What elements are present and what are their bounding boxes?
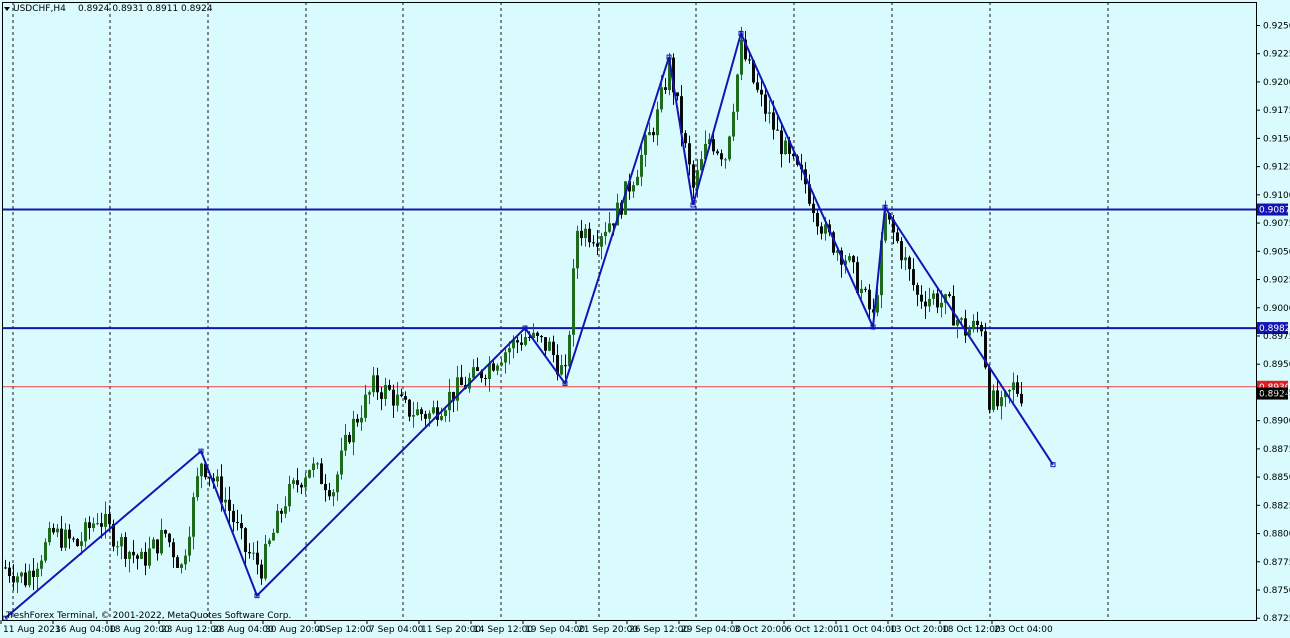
copyright-text: TreshForex Terminal, © 2001-2022, MetaQu… — [5, 611, 291, 621]
price-tick-label: 0.8775 — [1263, 558, 1290, 568]
price-tick-label: 0.8975 — [1263, 332, 1290, 342]
candle — [76, 537, 79, 547]
chart-canvas[interactable]: 0.90870.89820.89300.8924 0.92500.92250.9… — [0, 0, 1290, 638]
price-tick-label: 0.9150 — [1263, 134, 1290, 144]
time-tick-label: 7 Sep 04:00 — [369, 625, 424, 635]
time-tick-label: 4 Sep 12:00 — [317, 625, 372, 635]
time-tick-label: 29 Sep 04:00 — [681, 625, 741, 635]
time-tick-label: 3 Oct 20:00 — [734, 625, 787, 635]
price-tick-label: 0.9075 — [1263, 219, 1290, 229]
price-tick-label: 0.8900 — [1263, 417, 1290, 427]
candle — [988, 364, 991, 414]
time-tick-label: 23 Oct 04:00 — [994, 625, 1053, 635]
time-tick-label: 16 Aug 04:00 — [55, 625, 116, 635]
price-tick-label: 0.8875 — [1263, 445, 1290, 455]
time-tick-label: 11 Aug 2023 — [3, 625, 61, 635]
time-tick-label: 13 Oct 20:00 — [890, 625, 949, 635]
price-tick-label: 0.9200 — [1263, 78, 1290, 88]
time-tick-label: 11 Oct 04:00 — [838, 625, 897, 635]
price-tick-label: 0.8825 — [1263, 501, 1290, 511]
chart-header: USDCHF,H4 0.8924 0.8931 0.8911 0.8924 — [4, 4, 213, 14]
price-tick-label: 0.8850 — [1263, 473, 1290, 483]
price-tick-label: 0.9225 — [1263, 50, 1290, 60]
chart-window[interactable]: 0.90870.89820.89300.8924 0.92500.92250.9… — [0, 0, 1290, 638]
price-tick-label: 0.8750 — [1263, 586, 1290, 596]
candle — [308, 469, 311, 479]
price-tick-label: 0.9125 — [1263, 163, 1290, 173]
price-tick-label: 0.9025 — [1263, 276, 1290, 286]
price-tick-label: 0.8725 — [1263, 614, 1290, 624]
price-tick-label: 0.9050 — [1263, 247, 1290, 257]
ohlc-values: 0.8924 0.8931 0.8911 0.8924 — [78, 4, 213, 14]
price-tick-label: 0.8950 — [1263, 360, 1290, 370]
price-tick-label: 0.8800 — [1263, 530, 1290, 540]
price-tick-label: 0.9250 — [1263, 22, 1290, 32]
price-tick-label: 0.8925 — [1263, 388, 1290, 398]
candle — [572, 258, 575, 347]
time-tick-label: 6 Oct 12:00 — [786, 625, 839, 635]
price-tick-label: 0.9000 — [1263, 304, 1290, 314]
price-tick-label: 0.9100 — [1263, 191, 1290, 201]
time-tick-label: 19 Sep 04:00 — [525, 625, 585, 635]
candle — [728, 135, 731, 162]
time-tick-label: 18 Oct 12:00 — [942, 625, 1001, 635]
price-tick-label: 0.9175 — [1263, 106, 1290, 116]
symbol-header: USDCHF,H4 — [13, 4, 66, 14]
level-price-label: 0.9087 — [1259, 206, 1290, 216]
